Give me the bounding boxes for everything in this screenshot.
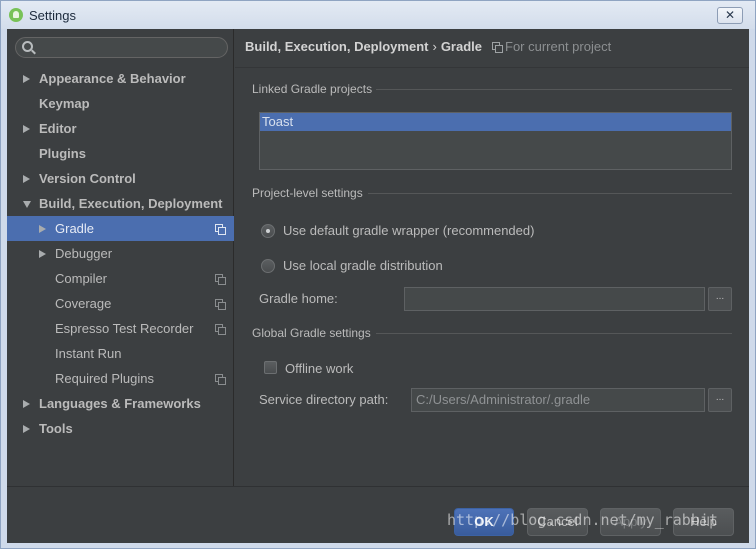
sidebar-item-label: Tools <box>39 421 73 436</box>
project-scope-icon <box>492 42 503 53</box>
sidebar-item-label: Compiler <box>55 271 108 286</box>
expand-arrow-right-icon[interactable] <box>23 75 30 83</box>
sidebar-item-debugger[interactable]: Debugger <box>7 241 234 266</box>
breadcrumb-separator: › <box>432 39 437 54</box>
sidebar-item-espresso-test-recorder[interactable]: Espresso Test Recorder <box>7 316 234 341</box>
default-wrapper-label[interactable]: Use default gradle wrapper (recommended) <box>283 223 534 238</box>
search-icon <box>22 41 33 52</box>
android-studio-icon <box>9 8 23 22</box>
dialog-content: Appearance & Behavior Keymap Editor Plugins… <box>7 29 749 543</box>
expand-arrow-right-icon[interactable] <box>23 425 30 433</box>
title-bar: Settings ✕ <box>1 1 755 29</box>
sidebar-item-editor[interactable]: Editor <box>7 116 234 141</box>
sidebar-item-label: Espresso Test Recorder <box>55 321 194 336</box>
scope-label: For current project <box>505 39 612 54</box>
settings-sidebar: Appearance & Behavior Keymap Editor Plugins… <box>7 29 234 486</box>
gradle-home-browse-button[interactable]: ... <box>708 287 732 311</box>
sidebar-item-keymap[interactable]: Keymap <box>7 91 234 116</box>
sidebar-item-label: Build, Execution, Deployment <box>39 196 223 211</box>
close-button[interactable]: ✕ <box>717 7 743 24</box>
section-divider <box>368 193 732 194</box>
expand-arrow-right-icon[interactable] <box>23 175 30 183</box>
sidebar-item-tools[interactable]: Tools <box>7 416 234 441</box>
header-divider <box>235 67 749 68</box>
sidebar-item-label: Coverage <box>55 296 112 311</box>
local-distribution-radio[interactable] <box>261 259 275 273</box>
global-settings-heading: Global Gradle settings <box>252 326 371 340</box>
project-scope-icon <box>215 374 226 385</box>
sidebar-item-label: Languages & Frameworks <box>39 396 201 411</box>
local-distribution-label[interactable]: Use local gradle distribution <box>283 258 443 273</box>
sidebar-item-label: Plugins <box>39 146 86 161</box>
expand-arrow-right-icon[interactable] <box>23 125 30 133</box>
sidebar-item-label: Appearance & Behavior <box>39 71 186 86</box>
sidebar-item-instant-run[interactable]: Instant Run <box>7 341 234 366</box>
service-directory-label: Service directory path: <box>259 392 389 407</box>
expand-arrow-right-icon[interactable] <box>39 225 46 233</box>
project-scope-icon <box>215 224 226 235</box>
service-directory-browse-button[interactable]: ... <box>708 388 732 412</box>
sidebar-item-label: Version Control <box>39 171 136 186</box>
sidebar-item-label: Editor <box>39 121 77 136</box>
linked-projects-list[interactable]: Toast <box>259 112 732 170</box>
section-divider <box>376 89 732 90</box>
sidebar-item-gradle[interactable]: Gradle <box>7 216 234 241</box>
expand-arrow-down-icon[interactable] <box>23 201 31 208</box>
sidebar-item-plugins[interactable]: Plugins <box>7 141 234 166</box>
sidebar-item-required-plugins[interactable]: Required Plugins <box>7 366 234 391</box>
sidebar-item-appearance-behavior[interactable]: Appearance & Behavior <box>7 66 234 91</box>
project-scope-icon <box>215 299 226 310</box>
sidebar-item-build-execution-deployment[interactable]: Build, Execution, Deployment <box>7 191 234 216</box>
section-divider <box>376 333 732 334</box>
offline-work-checkbox[interactable] <box>264 361 277 374</box>
sidebar-item-languages-frameworks[interactable]: Languages & Frameworks <box>7 391 234 416</box>
service-directory-field[interactable]: C:/Users/Administrator/.gradle <box>411 388 705 412</box>
sidebar-item-label: Gradle <box>55 221 95 236</box>
list-item[interactable]: Toast <box>260 113 731 131</box>
sidebar-item-coverage[interactable]: Coverage <box>7 291 234 316</box>
default-wrapper-radio[interactable] <box>261 224 275 238</box>
gradle-home-field[interactable] <box>404 287 705 311</box>
gradle-settings-panel: Build, Execution, Deployment › Gradle For c… <box>235 29 749 486</box>
sidebar-item-label: Instant Run <box>55 346 122 361</box>
settings-tree: Appearance & Behavior Keymap Editor Plugins… <box>7 66 234 441</box>
search-input[interactable] <box>15 37 228 58</box>
project-settings-heading: Project-level settings <box>252 186 363 200</box>
breadcrumb: Build, Execution, Deployment › Gradle For c… <box>245 39 611 54</box>
window-title: Settings <box>29 8 76 23</box>
sidebar-item-label: Required Plugins <box>55 371 155 386</box>
breadcrumb-current: Gradle <box>440 39 482 54</box>
breadcrumb-parent: Build, Execution, Deployment <box>245 39 429 54</box>
project-scope-icon <box>215 274 226 285</box>
sidebar-item-compiler[interactable]: Compiler <box>7 266 234 291</box>
sidebar-item-label: Keymap <box>39 96 90 111</box>
expand-arrow-right-icon[interactable] <box>39 250 46 258</box>
watermark: http://blog.csdn.net/my_rabbit <box>447 511 718 529</box>
sidebar-item-version-control[interactable]: Version Control <box>7 166 234 191</box>
linked-projects-heading: Linked Gradle projects <box>252 82 373 96</box>
settings-window: Settings ✕ Appearance & Behavior Keymap Ed… <box>0 0 756 549</box>
expand-arrow-right-icon[interactable] <box>23 400 30 408</box>
gradle-home-label: Gradle home: <box>259 291 338 306</box>
sidebar-item-label: Debugger <box>55 246 113 261</box>
offline-work-label[interactable]: Offline work <box>285 361 353 376</box>
project-scope-icon <box>215 324 226 335</box>
